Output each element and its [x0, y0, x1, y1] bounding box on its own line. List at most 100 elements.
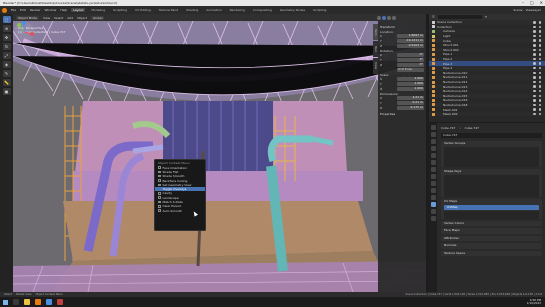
camera-render-icon[interactable]	[538, 76, 541, 79]
physics-properties-icon[interactable]	[430, 188, 436, 193]
recording-app-icon[interactable]	[57, 299, 63, 305]
camera-render-icon[interactable]	[538, 62, 541, 65]
workspace-tab-rendering[interactable]: Rendering	[228, 8, 247, 12]
properties-section-title[interactable]: Properties	[380, 112, 424, 116]
scale-y-field[interactable]: 1.000	[397, 82, 424, 86]
uv-map-item[interactable]: UVMap	[444, 205, 539, 210]
view-layer-selector[interactable]: ViewLayer	[526, 8, 541, 12]
eye-icon[interactable]	[533, 30, 536, 33]
camera-render-icon[interactable]	[538, 53, 541, 56]
camera-render-icon[interactable]	[538, 39, 541, 42]
camera-render-icon[interactable]	[538, 57, 541, 61]
eye-icon[interactable]	[533, 108, 536, 111]
system-clock[interactable]: 4:56 PM 1/10/2022	[527, 298, 541, 306]
location-y-field[interactable]: -19.1211 m	[397, 39, 424, 43]
output-properties-icon[interactable]	[430, 139, 436, 144]
camera-render-icon[interactable]	[538, 71, 541, 75]
camera-render-icon[interactable]	[538, 34, 541, 38]
vertex-groups-title[interactable]: Vertex Groups	[441, 141, 542, 146]
camera-render-icon[interactable]	[538, 103, 541, 107]
eye-icon[interactable]	[533, 34, 536, 38]
menu-render[interactable]: Render	[30, 8, 41, 12]
workspace-tab-modeling[interactable]: Modeling	[89, 8, 107, 12]
workspace-tab-layout[interactable]: Layout	[71, 8, 86, 12]
scene-properties-icon[interactable]	[430, 153, 436, 158]
uv-maps-title[interactable]: UV Maps	[441, 199, 542, 204]
camera-render-icon[interactable]	[538, 80, 541, 84]
camera-render-icon[interactable]	[538, 89, 541, 93]
eye-icon[interactable]	[533, 62, 536, 65]
rotation-mode-select[interactable]: XYZ Euler	[397, 68, 424, 72]
menu-edit[interactable]: Edit	[20, 8, 26, 12]
shape-keys-list[interactable]	[444, 175, 539, 197]
workspace-tab-sculpting[interactable]: Sculpting	[111, 8, 129, 12]
wireframe-shading-icon[interactable]	[377, 15, 381, 20]
blender-app-icon[interactable]	[35, 299, 41, 305]
camera-render-icon[interactable]	[538, 30, 541, 33]
transform-tool-icon[interactable]: ◈	[2, 61, 11, 68]
scale-tool-icon[interactable]: ⤢	[2, 52, 11, 59]
menu-help[interactable]: Help	[60, 8, 67, 12]
camera-render-icon[interactable]	[538, 66, 541, 70]
outliner-display-mode-icon[interactable]: ☰	[432, 15, 435, 19]
view-menu[interactable]: View	[43, 16, 50, 20]
tool-properties-icon[interactable]	[430, 125, 436, 130]
outliner-row[interactable]: Mesh.002	[429, 111, 545, 117]
camera-render-icon[interactable]	[538, 48, 541, 52]
solid-shading-icon[interactable]	[382, 15, 386, 20]
3d-viewport[interactable]: User Perspective (1) Scene Collection | …	[13, 21, 426, 292]
eye-icon[interactable]	[533, 71, 536, 75]
menu-window[interactable]: Window	[45, 8, 57, 12]
eye-icon[interactable]	[533, 76, 536, 79]
workspace-tab-animation[interactable]: Animation	[204, 8, 223, 12]
face-maps-title[interactable]: Face Maps	[441, 228, 542, 233]
workspace-tab-scripting[interactable]: Scripting	[311, 8, 328, 12]
eye-icon[interactable]	[533, 99, 536, 102]
normals-title[interactable]: Normals	[441, 243, 542, 248]
blender-logo-icon[interactable]	[2, 7, 7, 13]
eye-icon[interactable]	[533, 85, 536, 88]
texture-space-title[interactable]: Texture Space	[441, 251, 542, 256]
browser-icon[interactable]	[46, 299, 52, 305]
rotation-y-field[interactable]: 0°	[397, 58, 424, 62]
scale-z-field[interactable]: 1.000	[397, 87, 424, 91]
add-menu[interactable]: Add	[67, 16, 73, 20]
dimensions-z-field[interactable]: 0.175 m	[397, 106, 424, 110]
mesh-data-properties-icon[interactable]	[430, 202, 436, 207]
filter-icon[interactable]: ⏷	[485, 15, 487, 19]
scale-x-field[interactable]: 1.000	[397, 77, 424, 81]
camera-render-icon[interactable]	[538, 99, 541, 102]
camera-render-icon[interactable]	[538, 112, 541, 116]
vertex-colors-title[interactable]: Vertex Colors	[441, 221, 542, 226]
texture-properties-icon[interactable]	[430, 216, 436, 221]
attributes-title[interactable]: Attributes	[441, 236, 542, 241]
modifier-properties-icon[interactable]	[430, 174, 436, 179]
eye-icon[interactable]	[533, 94, 536, 98]
camera-render-icon[interactable]	[538, 108, 541, 111]
camera-render-icon[interactable]	[538, 21, 541, 24]
eye-icon[interactable]	[533, 66, 536, 70]
constraints-properties-icon[interactable]	[430, 195, 436, 200]
workspace-tab-geometry-nodes[interactable]: Geometry Nodes	[278, 8, 307, 12]
eye-icon[interactable]	[533, 21, 536, 24]
eye-icon[interactable]	[533, 103, 536, 107]
workspace-tab-texture-paint[interactable]: Texture Paint	[157, 8, 180, 12]
workspace-tab-uv-editing[interactable]: UV Editing	[133, 8, 153, 12]
object-menu[interactable]: Object	[77, 16, 87, 20]
eye-icon[interactable]	[533, 89, 536, 93]
eye-icon[interactable]	[533, 44, 536, 47]
rotation-x-field[interactable]: 0°	[397, 53, 424, 57]
eye-icon[interactable]	[533, 80, 536, 84]
select-menu[interactable]: Select	[54, 16, 63, 20]
annotate-tool-icon[interactable]: ✎	[2, 70, 11, 77]
vertex-groups-list[interactable]	[444, 147, 539, 167]
uv-maps-list[interactable]	[444, 210, 539, 219]
eye-icon[interactable]	[533, 112, 536, 116]
eye-icon[interactable]	[533, 53, 536, 56]
add-cube-tool-icon[interactable]: ▣	[2, 88, 11, 95]
workspace-tab-compositing[interactable]: Compositing	[251, 8, 274, 12]
search-icon[interactable]	[13, 299, 19, 305]
menu-item-auto-smooth[interactable]: Auto Smooth	[155, 208, 205, 213]
material-properties-icon[interactable]	[430, 209, 436, 214]
file-explorer-icon[interactable]	[24, 299, 30, 305]
